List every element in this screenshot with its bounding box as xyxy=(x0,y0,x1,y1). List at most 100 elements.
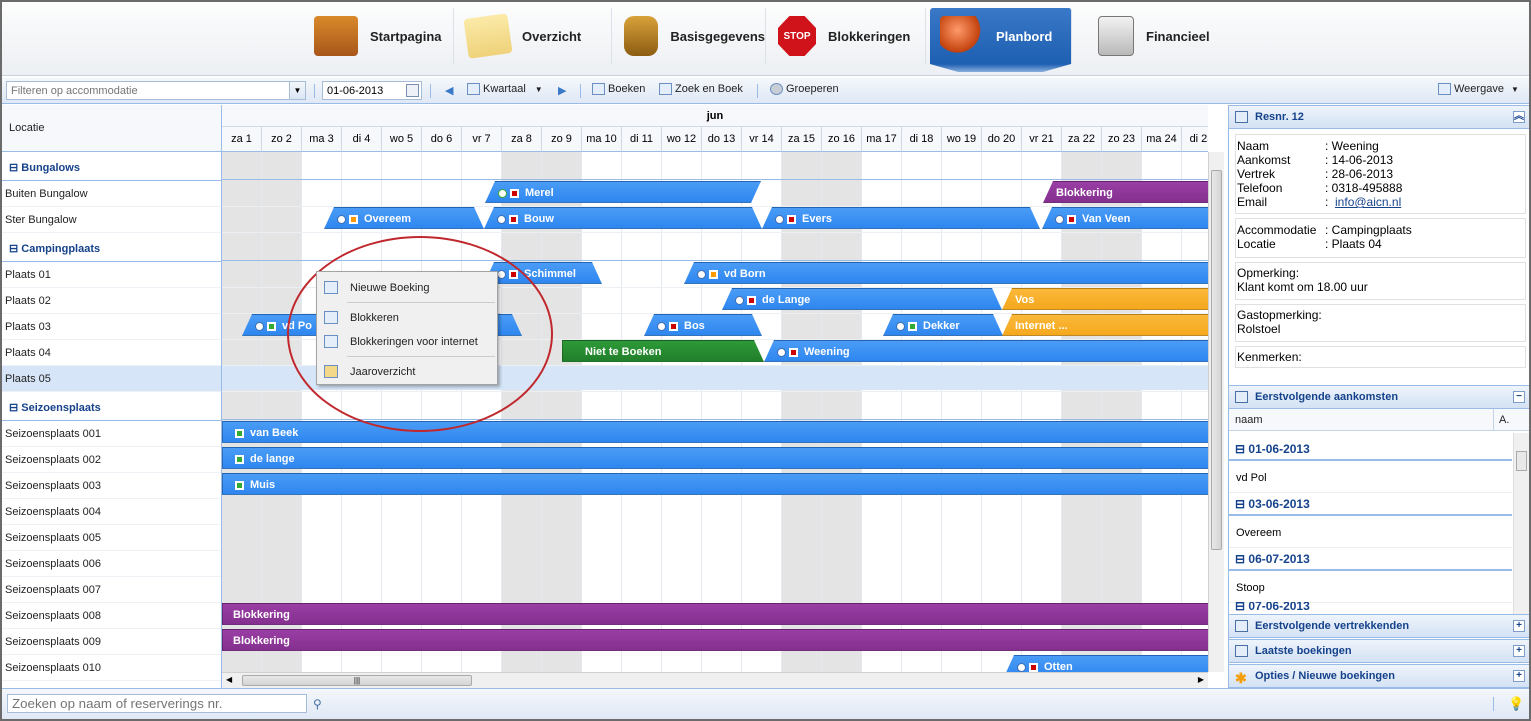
expand-icon[interactable]: + xyxy=(1513,620,1525,632)
option-bar[interactable]: Internet ... xyxy=(1002,314,1208,336)
tab-basisgegevens[interactable]: Basisgegevens xyxy=(614,8,766,64)
day-column[interactable] xyxy=(982,152,1022,672)
day-column[interactable] xyxy=(742,152,782,672)
list-item[interactable]: Overeem xyxy=(1229,518,1512,548)
day-column[interactable] xyxy=(582,152,622,672)
menu-item-nieuwe-boeking[interactable]: Nieuwe Boeking xyxy=(317,276,497,300)
status-square-icon xyxy=(235,480,244,490)
field-value: : 28-06-2013 xyxy=(1325,167,1394,181)
groeperen-button[interactable]: Groeperen xyxy=(770,83,839,95)
day-column[interactable] xyxy=(1022,152,1062,672)
list-item[interactable]: Stoop xyxy=(1229,573,1512,603)
tab-planbord[interactable]: Planbord xyxy=(930,8,1072,64)
booking-bar[interactable]: Bos xyxy=(644,314,762,336)
day-column[interactable] xyxy=(1142,152,1182,672)
chevron-down-icon[interactable]: ▼ xyxy=(289,82,305,99)
day-column[interactable] xyxy=(942,152,982,672)
scroll-thumb[interactable] xyxy=(1516,451,1527,471)
booking-bar[interactable]: Evers xyxy=(762,207,1040,229)
arrivals-scrollbar[interactable] xyxy=(1513,433,1529,615)
booking-bar[interactable]: Weening xyxy=(764,340,1208,362)
scroll-thumb[interactable] xyxy=(1211,170,1222,550)
period-button[interactable]: Kwartaal ▼ xyxy=(467,83,543,95)
arrivals-panel-header: Eerstvolgende aankomsten − xyxy=(1229,385,1529,409)
day-column[interactable] xyxy=(502,152,542,672)
booking-label: Schimmel xyxy=(524,268,576,280)
next-arrow-icon[interactable]: ▶ xyxy=(558,84,566,97)
tab-financieel[interactable]: Financieel xyxy=(1088,8,1238,64)
blocking-bar[interactable]: Blokkering xyxy=(1043,181,1208,203)
departures-panel-header[interactable]: Eerstvolgende vertrekkenden + xyxy=(1229,614,1529,638)
separator xyxy=(757,84,758,98)
email-link[interactable]: info@aicn.nl xyxy=(1335,195,1401,209)
list-item[interactable]: vd Pol xyxy=(1229,463,1512,493)
search-input[interactable] xyxy=(7,694,307,713)
options-panel-header[interactable]: ✱ Opties / Nieuwe boekingen + xyxy=(1229,664,1529,688)
zoek-en-boek-button[interactable]: Zoek en Boek xyxy=(659,83,743,95)
day-column[interactable] xyxy=(782,152,822,672)
previous-arrow-icon[interactable]: ◀ xyxy=(445,84,453,97)
day-column[interactable] xyxy=(302,152,342,672)
row-label: Seizoensplaats 007 xyxy=(2,577,221,603)
menu-item-blokkeringen-internet[interactable]: Blokkeringen voor internet xyxy=(317,330,497,354)
arrival-date-group[interactable]: 07-06-2013 xyxy=(1229,602,1512,612)
column-naam[interactable]: naam xyxy=(1235,414,1263,426)
booking-bar[interactable]: Merel xyxy=(485,181,761,203)
day-column[interactable] xyxy=(1102,152,1142,672)
day-column[interactable] xyxy=(222,152,262,672)
unavailable-bar[interactable]: Niet te Boeken xyxy=(562,340,764,362)
scroll-left-icon[interactable]: ◀ xyxy=(226,675,232,684)
boeken-button[interactable]: Boeken xyxy=(592,83,645,95)
day-header: wo 19 xyxy=(942,127,982,152)
expand-icon[interactable]: + xyxy=(1513,670,1525,682)
tab-blokkeringen[interactable]: STOP Blokkeringen xyxy=(768,8,926,64)
search-icon[interactable]: ⚲ xyxy=(313,697,322,711)
group-seizoensplaats[interactable]: Seizoensplaats xyxy=(2,395,221,421)
booking-bar[interactable]: Otten xyxy=(1004,655,1208,672)
weergave-button[interactable]: Weergave ▼ xyxy=(1438,83,1519,95)
day-column[interactable] xyxy=(542,152,582,672)
collapse-icon[interactable]: − xyxy=(1513,391,1525,403)
row-label: Seizoensplaats 006 xyxy=(2,551,221,577)
menu-item-blokkeren[interactable]: Blokkeren xyxy=(317,306,497,330)
tab-overzicht[interactable]: Overzicht xyxy=(456,8,612,64)
booking-bar[interactable]: de Lange xyxy=(722,288,1002,310)
day-column[interactable] xyxy=(262,152,302,672)
option-bar[interactable]: Vos xyxy=(1002,288,1208,310)
day-column[interactable] xyxy=(622,152,662,672)
collapse-icon[interactable]: ︽ xyxy=(1513,111,1525,123)
column-a[interactable]: A. xyxy=(1493,409,1509,431)
arrival-date-group[interactable]: 03-06-2013 xyxy=(1229,492,1512,516)
day-column[interactable] xyxy=(702,152,742,672)
arrival-date-group[interactable]: 06-07-2013 xyxy=(1229,547,1512,571)
calendar-icon[interactable] xyxy=(406,84,419,97)
arrival-date-group[interactable]: 01-06-2013 xyxy=(1229,437,1512,461)
day-column[interactable] xyxy=(902,152,942,672)
booking-bar[interactable]: Muis xyxy=(222,473,1208,495)
day-column[interactable] xyxy=(862,152,902,672)
scroll-thumb[interactable]: ||| xyxy=(242,675,472,686)
scroll-right-icon[interactable]: ▶ xyxy=(1198,675,1204,684)
booking-bar[interactable]: Dekker xyxy=(883,314,1003,336)
booking-bar[interactable]: Overeem xyxy=(324,207,484,229)
group-campingplaats[interactable]: Campingplaats xyxy=(2,236,221,262)
booking-bar[interactable]: vd Born xyxy=(684,262,1208,284)
booking-bar[interactable]: Van Veen xyxy=(1042,207,1208,229)
day-column[interactable] xyxy=(662,152,702,672)
tab-startpagina[interactable]: Startpagina xyxy=(304,8,454,64)
day-column[interactable] xyxy=(1062,152,1102,672)
blocking-bar[interactable]: Blokkering xyxy=(222,603,1208,625)
menu-item-jaaroverzicht[interactable]: Jaaroverzicht xyxy=(317,360,497,384)
lightbulb-icon[interactable]: 💡 xyxy=(1508,696,1524,712)
horizontal-scrollbar[interactable]: ◀ ||| ▶ xyxy=(222,672,1208,688)
filter-accommodation-input[interactable] xyxy=(6,81,306,100)
booking-bar[interactable]: de lange xyxy=(222,447,1208,469)
vertical-scrollbar[interactable] xyxy=(1208,152,1224,672)
day-column[interactable] xyxy=(822,152,862,672)
group-bungalows[interactable]: Bungalows xyxy=(2,155,221,181)
day-column[interactable] xyxy=(1182,152,1208,672)
booking-bar[interactable]: Bouw xyxy=(484,207,762,229)
expand-icon[interactable]: + xyxy=(1513,645,1525,657)
latest-bookings-header[interactable]: Laatste boekingen + xyxy=(1229,639,1529,663)
blocking-bar[interactable]: Blokkering xyxy=(222,629,1208,651)
